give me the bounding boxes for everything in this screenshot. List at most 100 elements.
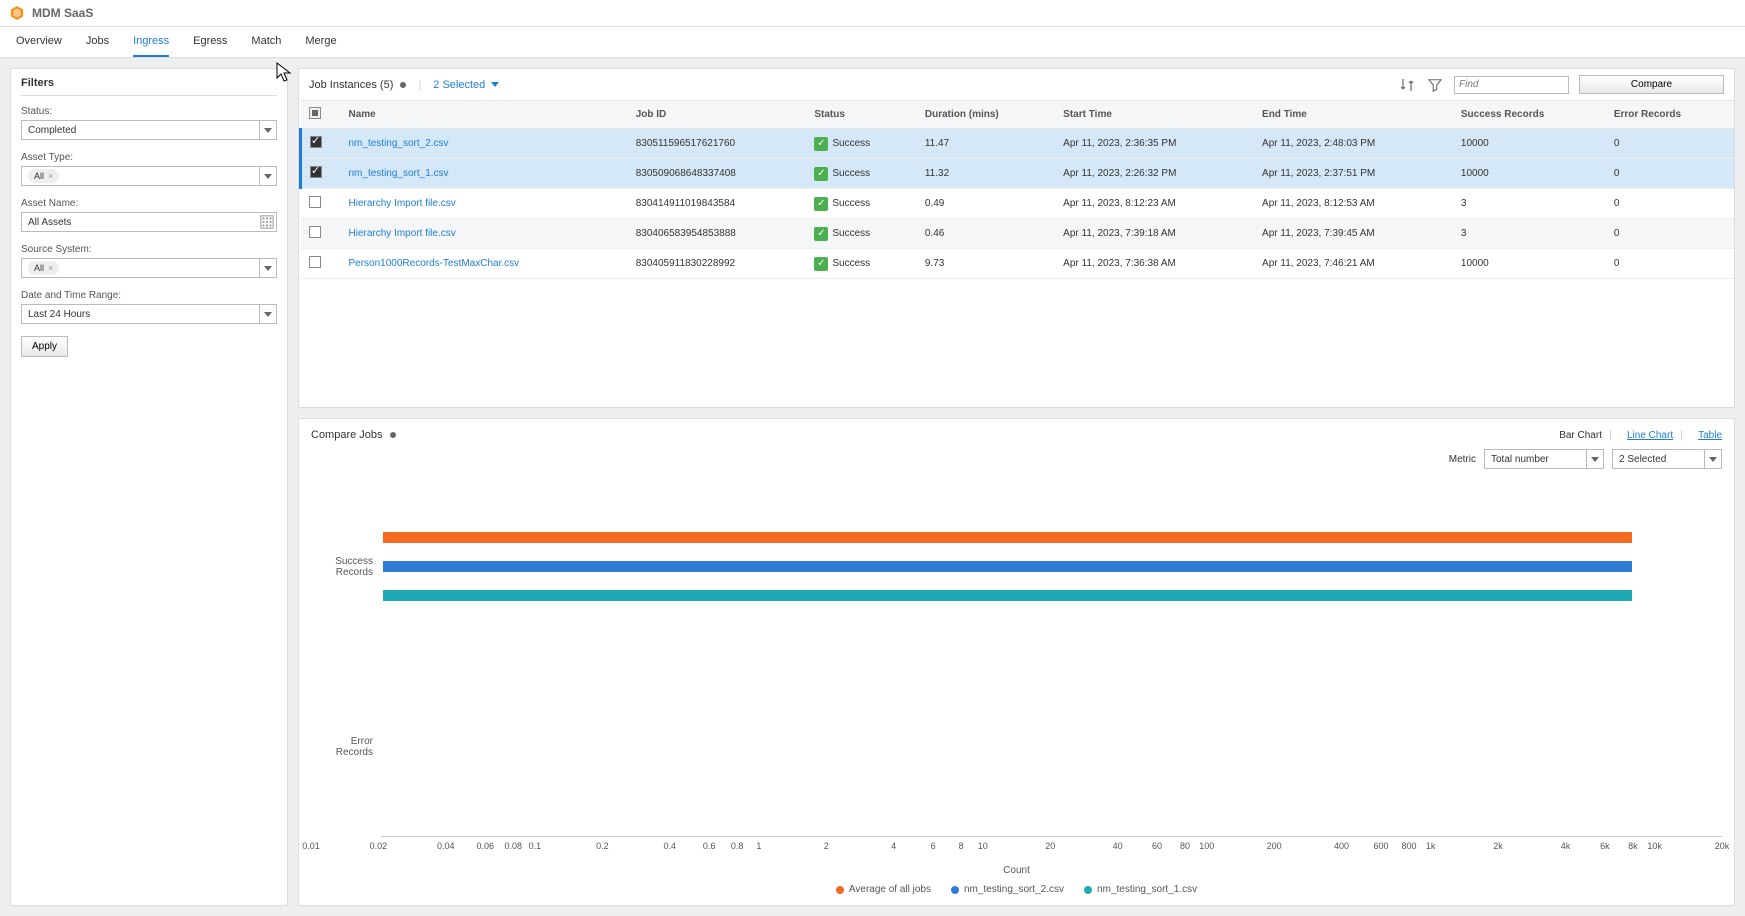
chevron-down-icon: [259, 305, 275, 323]
job-instances-table: Name Job ID Status Duration (mins) Start…: [299, 100, 1734, 279]
job-id-cell: 830509068648337408: [628, 159, 807, 189]
job-name-link[interactable]: nm_testing_sort_1.csv: [349, 168, 449, 179]
start-time-cell: Apr 11, 2023, 7:39:18 AM: [1055, 219, 1254, 249]
end-time-cell: Apr 11, 2023, 8:12:53 AM: [1254, 189, 1453, 219]
status-cell: ✓Success: [814, 197, 870, 211]
tab-jobs[interactable]: Jobs: [86, 27, 109, 57]
success-records-cell: 3: [1453, 219, 1606, 249]
success-records-cell: 10000: [1453, 159, 1606, 189]
col-status[interactable]: Status: [806, 101, 916, 129]
legend-item: Average of all jobs: [836, 884, 931, 895]
chevron-down-icon: [491, 82, 499, 87]
x-tick: 60: [1152, 841, 1162, 851]
asset-type-select[interactable]: All×: [21, 166, 277, 186]
x-tick: 20: [1045, 841, 1055, 851]
duration-cell: 11.32: [917, 159, 1055, 189]
select-all-checkbox[interactable]: [309, 107, 321, 119]
asset-name-label: Asset Name:: [21, 198, 277, 209]
job-name-link[interactable]: Hierarchy Import file.csv: [349, 228, 456, 239]
duration-cell: 9.73: [917, 249, 1055, 279]
topbar: MDM SaaS: [0, 0, 1745, 27]
col-end[interactable]: End Time: [1254, 101, 1453, 129]
tab-match[interactable]: Match: [251, 27, 281, 57]
x-tick: 80: [1180, 841, 1190, 851]
chevron-down-icon: [259, 121, 275, 139]
x-tick: 40: [1113, 841, 1123, 851]
start-time-cell: Apr 11, 2023, 2:26:32 PM: [1055, 159, 1254, 189]
job-id-cell: 830414911019843584: [628, 189, 807, 219]
date-range-select[interactable]: Last 24 Hours: [21, 304, 277, 324]
bar-sort2-success: [383, 561, 1632, 572]
dot-icon: [400, 82, 406, 88]
status-label: Status:: [21, 106, 277, 117]
status-select[interactable]: Completed: [21, 120, 277, 140]
table-row[interactable]: nm_testing_sort_1.csv 830509068648337408…: [301, 159, 1735, 189]
success-icon: ✓: [814, 197, 828, 211]
table-row[interactable]: Hierarchy Import file.csv 83040658395485…: [301, 219, 1735, 249]
job-name-link[interactable]: Person1000Records-TestMaxChar.csv: [349, 258, 520, 269]
x-tick: 200: [1267, 841, 1282, 851]
bar-group-success: [383, 477, 1712, 657]
row-checkbox[interactable]: [309, 256, 321, 268]
error-records-cell: 0: [1606, 249, 1734, 279]
table-row[interactable]: Person1000Records-TestMaxChar.csv 830405…: [301, 249, 1735, 279]
metric-select[interactable]: Total number: [1484, 449, 1604, 469]
view-bar-chart[interactable]: Bar Chart: [1559, 430, 1602, 441]
view-table[interactable]: Table: [1698, 430, 1722, 441]
job-id-cell: 830511596517621760: [628, 129, 807, 159]
tab-merge[interactable]: Merge: [305, 27, 336, 57]
browse-icon[interactable]: [260, 215, 274, 232]
chevron-down-icon: [1704, 450, 1720, 468]
x-tick: 8k: [1628, 841, 1638, 851]
apply-button[interactable]: Apply: [21, 336, 68, 357]
source-system-chip: All×: [28, 261, 59, 275]
error-records-cell: 0: [1606, 189, 1734, 219]
sort-icon[interactable]: [1398, 76, 1416, 94]
job-name-link[interactable]: nm_testing_sort_2.csv: [349, 138, 449, 149]
tab-ingress[interactable]: Ingress: [133, 27, 169, 57]
x-tick: 2k: [1493, 841, 1503, 851]
row-checkbox[interactable]: [309, 226, 321, 238]
success-records-cell: 3: [1453, 189, 1606, 219]
x-tick: 0.02: [370, 841, 388, 851]
x-tick: 0.4: [663, 841, 676, 851]
col-success[interactable]: Success Records: [1453, 101, 1606, 129]
col-job-id[interactable]: Job ID: [628, 101, 807, 129]
col-error[interactable]: Error Records: [1606, 101, 1734, 129]
job-name-link[interactable]: Hierarchy Import file.csv: [349, 198, 456, 209]
row-checkbox[interactable]: [310, 136, 322, 148]
job-id-cell: 830406583954853888: [628, 219, 807, 249]
col-name[interactable]: Name: [341, 101, 628, 129]
legend-item: nm_testing_sort_1.csv: [1084, 884, 1197, 895]
success-icon: ✓: [814, 137, 828, 151]
table-row[interactable]: nm_testing_sort_2.csv 830511596517621760…: [301, 129, 1735, 159]
tab-egress[interactable]: Egress: [193, 27, 227, 57]
metric-label: Metric: [1449, 454, 1476, 465]
start-time-cell: Apr 11, 2023, 7:36:38 AM: [1055, 249, 1254, 279]
asset-name-select[interactable]: All Assets: [21, 212, 277, 232]
col-start[interactable]: Start Time: [1055, 101, 1254, 129]
series-select[interactable]: 2 Selected: [1612, 449, 1722, 469]
col-duration[interactable]: Duration (mins): [917, 101, 1055, 129]
app-title: MDM SaaS: [32, 6, 93, 20]
table-row[interactable]: Hierarchy Import file.csv 83041491101984…: [301, 189, 1735, 219]
filter-icon[interactable]: [1426, 76, 1444, 94]
selected-count[interactable]: 2 Selected: [433, 79, 499, 91]
error-records-cell: 0: [1606, 129, 1734, 159]
x-tick: 0.01: [302, 841, 320, 851]
compare-button[interactable]: Compare: [1579, 75, 1724, 94]
row-checkbox[interactable]: [310, 166, 322, 178]
x-tick: 0.2: [596, 841, 609, 851]
row-checkbox[interactable]: [309, 196, 321, 208]
source-system-select[interactable]: All×: [21, 258, 277, 278]
end-time-cell: Apr 11, 2023, 2:37:51 PM: [1254, 159, 1453, 189]
job-instances-panel: Job Instances (5) | 2 Selected Compare: [298, 68, 1735, 408]
chart-legend: Average of all jobs nm_testing_sort_2.cs…: [311, 884, 1722, 895]
find-input[interactable]: [1454, 76, 1569, 94]
tab-overview[interactable]: Overview: [16, 27, 62, 57]
x-tick: 0.08: [504, 841, 522, 851]
status-cell: ✓Success: [814, 137, 870, 151]
x-tick: 4: [891, 841, 896, 851]
view-line-chart[interactable]: Line Chart: [1627, 430, 1673, 441]
duration-cell: 0.46: [917, 219, 1055, 249]
